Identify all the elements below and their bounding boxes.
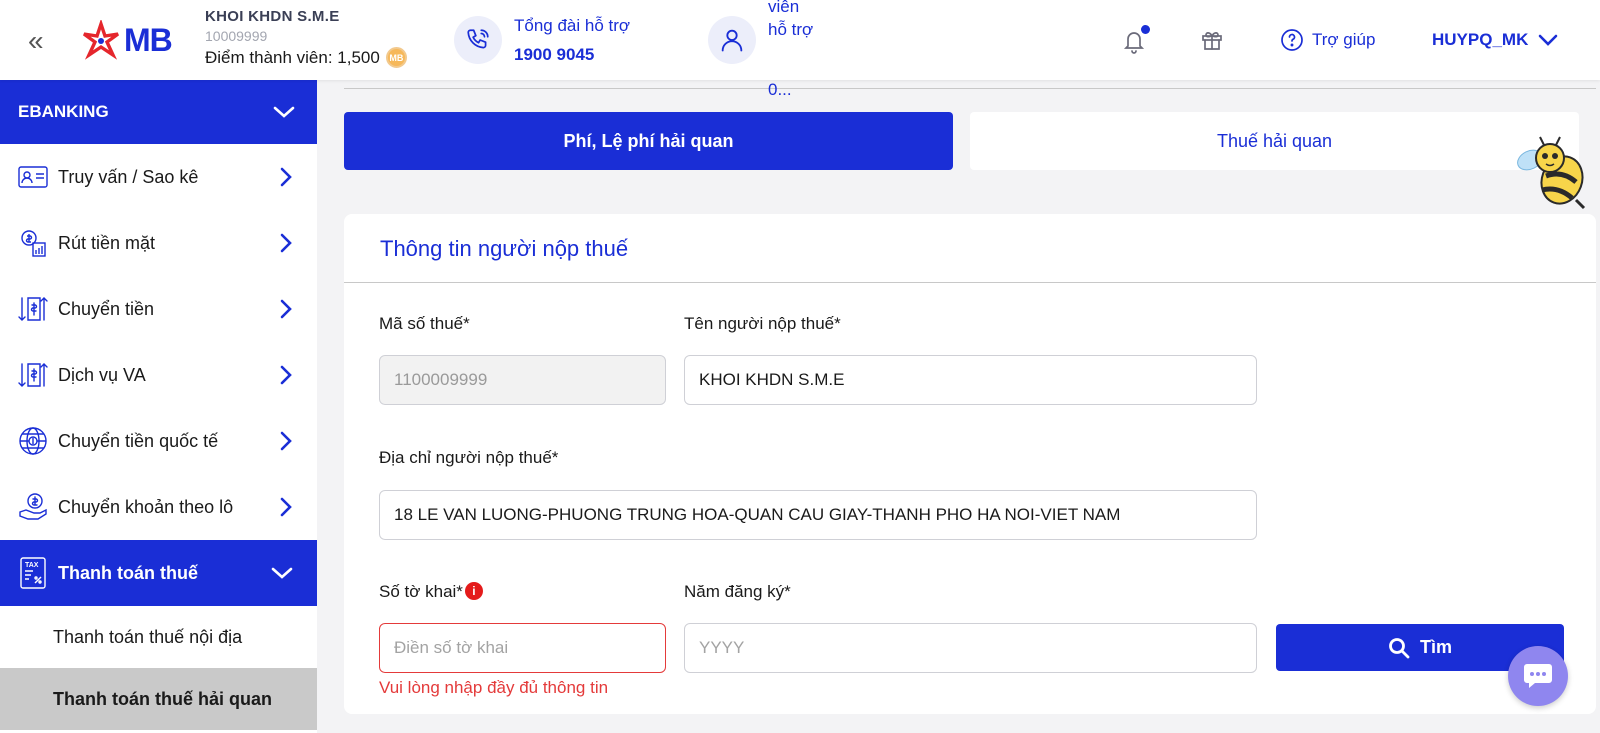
user-menu[interactable]: HUYPQ_MK <box>1432 30 1558 50</box>
declaration-number-label: Số tờ khai* <box>379 582 463 601</box>
registration-year-input[interactable] <box>684 623 1257 673</box>
info-alert-icon: i <box>464 582 483 600</box>
sidebar-section-title: EBANKING <box>18 102 109 121</box>
chevron-right-icon <box>280 365 292 385</box>
member-points: Điểm thành viên: 1,500 MB <box>205 47 407 68</box>
member-support-more: 0... <box>768 80 792 99</box>
tax-icon: TAX <box>18 557 48 589</box>
sidebar-subitem-domestic-tax[interactable]: Thanh toán thuế nội địa <box>0 606 317 668</box>
chevron-down-icon <box>271 567 293 579</box>
question-circle-icon <box>1281 29 1303 51</box>
sidebar-item-label: Truy vấn / Sao kê <box>58 166 199 187</box>
chevron-right-icon <box>280 167 292 187</box>
card-title: Thông tin người nộp thuế <box>380 236 629 261</box>
batch-transfer-icon <box>18 492 48 522</box>
gift-icon[interactable] <box>1200 28 1224 52</box>
chevron-right-icon <box>280 299 292 319</box>
address-input[interactable] <box>379 490 1257 540</box>
support-label: Tổng đài hỗ trợ <box>514 16 631 35</box>
declaration-error-text: Vui lòng nhập đầy đủ thông tin <box>379 678 609 697</box>
chevron-right-icon <box>280 497 292 517</box>
sidebar-item-label: Rút tiền mặt <box>58 232 156 253</box>
card-divider <box>344 282 1596 283</box>
va-service-icon <box>18 360 48 390</box>
statement-icon <box>18 162 48 192</box>
bee-mascot-icon[interactable] <box>1516 134 1600 214</box>
globe-transfer-icon <box>18 426 48 456</box>
company-info: KHOI KHDN S.M.E 10009999 Điểm thành viên… <box>205 8 407 68</box>
sidebar-item-label: Chuyển tiền quốc tế <box>58 430 219 451</box>
sidebar-item-label: Thanh toán thuế <box>58 562 198 583</box>
top-header: « MB KHOI KHDN S.M.E 10009999 Điểm thành… <box>0 0 1600 99</box>
address-label: Địa chỉ người nộp thuế* <box>379 448 559 467</box>
search-button-label: Tìm <box>1419 637 1452 657</box>
coin-icon: MB <box>385 47 407 68</box>
sidebar-item-va-service[interactable]: Dịch vụ VA <box>0 342 317 408</box>
declaration-number-input[interactable] <box>379 623 666 673</box>
help-link[interactable]: Trợ giúp <box>1280 28 1375 52</box>
tab-customs-fees[interactable]: Phí, Lệ phí hải quan <box>344 112 953 170</box>
support-phone[interactable]: 1900 9045 <box>514 45 594 65</box>
content-divider <box>344 88 1596 89</box>
svg-text:TAX: TAX <box>25 562 39 569</box>
taxpayer-name-label: Tên người nộp thuế* <box>684 314 841 333</box>
sidebar-section-ebanking[interactable]: EBANKING <box>0 80 317 144</box>
declaration-number-label-wrap: Số tờ khai* i <box>379 582 483 602</box>
sidebar-item-international-transfer[interactable]: Chuyển tiền quốc tế <box>0 408 317 474</box>
member-support-label: viên hỗ trợ <box>768 0 814 39</box>
sidebar-item-cash-withdraw[interactable]: Rút tiền mặt <box>0 210 317 276</box>
tab-customs-tax[interactable]: Thuế hải quan <box>970 112 1579 170</box>
user-profile-icon[interactable] <box>708 16 756 64</box>
chevron-right-icon <box>280 431 292 451</box>
sidebar-item-batch-transfer[interactable]: Chuyển khoản theo lô <box>0 474 317 540</box>
username: HUYPQ_MK <box>1432 30 1529 49</box>
search-icon <box>1389 637 1410 658</box>
company-name: KHOI KHDN S.M.E <box>205 8 340 25</box>
mb-star-icon <box>83 18 119 60</box>
registration-year-label: Năm đăng ký* <box>684 582 791 601</box>
chevron-down-icon <box>1539 34 1558 46</box>
sidebar-item-label: Dịch vụ VA <box>58 364 146 385</box>
sidebar-subitem-customs-tax[interactable]: Thanh toán thuế hải quan <box>0 668 317 730</box>
company-id: 10009999 <box>205 28 268 44</box>
help-label: Trợ giúp <box>1312 30 1376 49</box>
sidebar-item-label: Chuyển tiền <box>58 298 155 319</box>
points-label: Điểm thành viên: 1,500 <box>205 47 380 67</box>
cash-withdraw-icon <box>18 228 48 258</box>
transfer-icon <box>18 294 48 324</box>
chat-bubble-icon <box>1524 664 1552 688</box>
sidebar-item-label: Chuyển khoản theo lô <box>58 496 234 517</box>
tax-code-input <box>379 355 666 405</box>
phone-support-icon[interactable] <box>454 16 502 64</box>
sidebar-item-transfer[interactable]: Chuyển tiền <box>0 276 317 342</box>
taxpayer-name-input[interactable] <box>684 355 1257 405</box>
taxpayer-info-card: Thông tin người nộp thuế Mã số thuế* Tên… <box>344 214 1596 714</box>
logo-text: MB <box>124 22 173 58</box>
sidebar-item-statement[interactable]: Truy vấn / Sao kê <box>0 144 317 210</box>
tax-code-label: Mã số thuế* <box>379 314 470 333</box>
mb-logo[interactable]: MB <box>80 18 184 60</box>
collapse-sidebar-icon[interactable]: « <box>28 27 44 55</box>
chevron-down-icon <box>273 106 295 118</box>
sidebar-item-tax-payment[interactable]: TAX Thanh toán thuế <box>0 540 317 606</box>
sidebar: EBANKING Truy vấn / Sao kê Rút tiền mặt … <box>0 80 317 733</box>
notification-dot <box>1141 25 1150 34</box>
chat-button[interactable] <box>1508 646 1568 706</box>
chevron-right-icon <box>280 233 292 253</box>
